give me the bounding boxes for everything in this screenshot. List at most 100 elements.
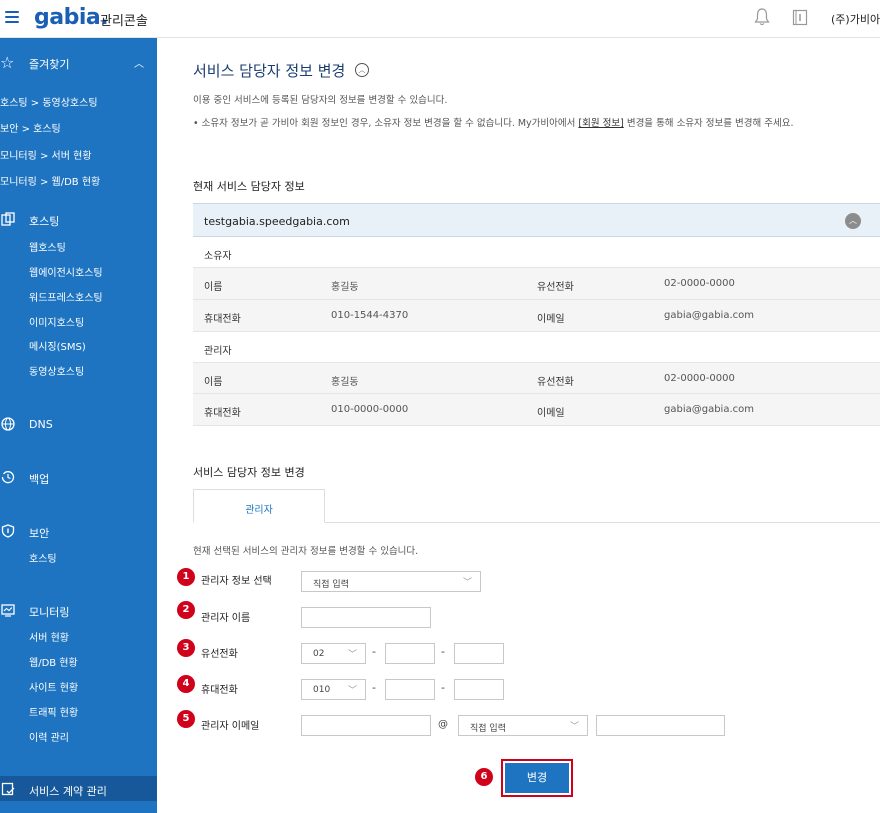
step-badge: 6 [475,768,493,786]
owner-mobile-label: 휴대전화 [204,314,241,325]
sidebar-item-sms[interactable]: 메시징(SMS) [29,338,86,353]
sidebar-item-video-hosting[interactable]: 동영상호스팅 [29,363,84,378]
sidebar-section-hosting[interactable]: 호스팅 [0,210,157,230]
submit-button[interactable]: 변경 [505,763,569,793]
collapse-icon[interactable]: ︿ [845,213,861,229]
sidebar-section-label: DNS [29,418,53,431]
admin-name-field-label: 관리자 이름 [201,613,251,624]
email-domain-select[interactable]: 직접 입력 ﹀ [458,715,588,736]
sidebar-section-label: 서비스 계약 관리 [29,785,107,798]
member-info-link[interactable]: [회원 정보] [578,118,623,129]
sidebar-item-web-hosting[interactable]: 웹호스팅 [29,239,66,254]
owner-group-row: 소유자 [193,237,880,268]
admin-select-label: 관리자 정보 선택 [201,576,272,587]
company-name[interactable]: (주)가비아 [831,11,880,27]
email-domain-select-value: 직접 입력 [470,724,506,734]
table-row: 휴대전화 010-0000-0000 이메일 gabia@gabia.com [193,394,880,426]
sidebar-section-monitoring[interactable]: 모니터링 [0,601,157,621]
owner-phone-label: 유선전화 [537,282,574,293]
mobile-label: 휴대전화 [201,685,238,696]
tab-divider [325,522,880,523]
email-label: 관리자 이메일 [201,721,260,732]
favorite-link[interactable]: 보안 > 호스팅 [0,120,61,135]
monitor-icon [1,604,15,617]
admin-mobile-label: 휴대전화 [204,408,241,419]
top-bar: gabia. 관리콘솔 (주)가비아 [0,0,880,38]
favorite-link[interactable]: 호스팅 > 동영상호스팅 [0,94,98,109]
admin-group-row: 관리자 [193,332,880,363]
chevron-down-icon: ﹀ [347,650,357,660]
service-domain-header[interactable]: testgabia.speedgabia.com ︿ [193,203,880,237]
owner-mobile: 010-1544-4370 [331,310,409,321]
favorites-header[interactable]: ☆ 즐겨찾기 ︿ [0,53,157,74]
page-title: 서비스 담당자 정보 변경 [193,62,346,80]
sidebar-item-wordpress-hosting[interactable]: 워드프레스호스팅 [29,289,103,304]
gabia-logo[interactable]: gabia. [34,5,109,30]
admin-email-label: 이메일 [537,408,565,419]
phone-dash: - [441,645,445,658]
bell-icon[interactable] [754,8,770,26]
admin-name-input[interactable] [301,607,431,628]
sidebar-item-traffic-status[interactable]: 트래픽 현황 [29,704,78,719]
chevron-up-icon[interactable]: ︿ [134,55,144,70]
favorite-link[interactable]: 모니터링 > 웹/DB 현황 [0,173,100,188]
sidebar: ☆ 즐겨찾기 ︿ 호스팅 > 동영상호스팅 보안 > 호스팅 모니터링 > 서버… [0,38,157,813]
mobile-prefix-value: 010 [313,685,331,695]
tab-admin[interactable]: 관리자 [193,489,325,523]
chevron-up-icon[interactable]: ︿ [355,63,369,77]
admin-info-select[interactable]: 직접 입력 ﹀ [301,571,481,592]
table-row: 이름 홍길동 유선전화 02-0000-0000 [193,268,880,300]
step-badge: 1 [177,568,195,586]
sidebar-section-label: 모니터링 [29,606,70,619]
menu-icon[interactable] [5,11,19,23]
email-local-input[interactable] [301,715,431,736]
step-badge: 3 [177,639,195,657]
owner-name: 홍길동 [331,282,359,293]
admin-email: gabia@gabia.com [664,404,754,415]
sidebar-section-label: 호스팅 [29,215,60,228]
favorite-link[interactable]: 모니터링 > 서버 현황 [0,147,92,162]
mobile-middle-input[interactable] [385,679,435,700]
phone-dash: - [372,681,376,694]
landline-prefix-value: 02 [313,649,325,659]
sidebar-section-dns[interactable]: DNS [0,415,157,435]
admin-phone-label: 유선전화 [537,377,574,388]
sidebar-section-label: 보안 [29,527,50,540]
console-title: 관리콘솔 [100,14,148,29]
form-description: 현재 선택된 서비스의 관리자 정보를 변경할 수 있습니다. [193,546,419,557]
sidebar-section-label: 백업 [29,473,50,486]
admin-info-select-value: 직접 입력 [313,580,349,590]
landline-last-input[interactable] [454,643,504,664]
sidebar-item-site-status[interactable]: 사이트 현황 [29,679,78,694]
sidebar-item-security-hosting[interactable]: 호스팅 [29,550,57,565]
change-info-heading: 서비스 담당자 정보 변경 [193,466,305,479]
sidebar-item-server-status[interactable]: 서버 현황 [29,629,69,644]
landline-middle-input[interactable] [385,643,435,664]
admin-group-label: 관리자 [204,346,232,357]
mobile-prefix-select[interactable]: 010 ﹀ [301,679,366,700]
history-icon [1,471,15,484]
admin-name-label: 이름 [204,377,223,388]
landline-prefix-select[interactable]: 02 ﹀ [301,643,366,664]
at-sign: @ [438,719,448,730]
owner-email: gabia@gabia.com [664,310,754,321]
favorites-label: 즐겨찾기 [29,58,70,71]
sidebar-section-backup[interactable]: 백업 [0,468,157,488]
table-row: 이름 홍길동 유선전화 02-0000-0000 [193,363,880,394]
phone-dash: - [441,681,445,694]
sidebar-section-security[interactable]: 보안 [0,522,157,542]
sidebar-item-webdb-status[interactable]: 웹/DB 현황 [29,654,78,669]
sidebar-item-agency-hosting[interactable]: 웹에이전시호스팅 [29,264,103,279]
landline-label: 유선전화 [201,649,238,660]
sidebar-item-image-hosting[interactable]: 이미지호스팅 [29,314,84,329]
step-badge: 5 [177,710,195,728]
owner-phone: 02-0000-0000 [664,278,735,289]
step-badge: 4 [177,675,195,693]
sidebar-item-history[interactable]: 이력 관리 [29,729,69,744]
mobile-last-input[interactable] [454,679,504,700]
notice-icon[interactable] [792,9,808,26]
owner-group-label: 소유자 [204,251,232,262]
hosting-icon [1,212,15,226]
email-domain-input[interactable] [596,715,725,736]
sidebar-section-contract[interactable]: 서비스 계약 관리 [0,776,157,801]
